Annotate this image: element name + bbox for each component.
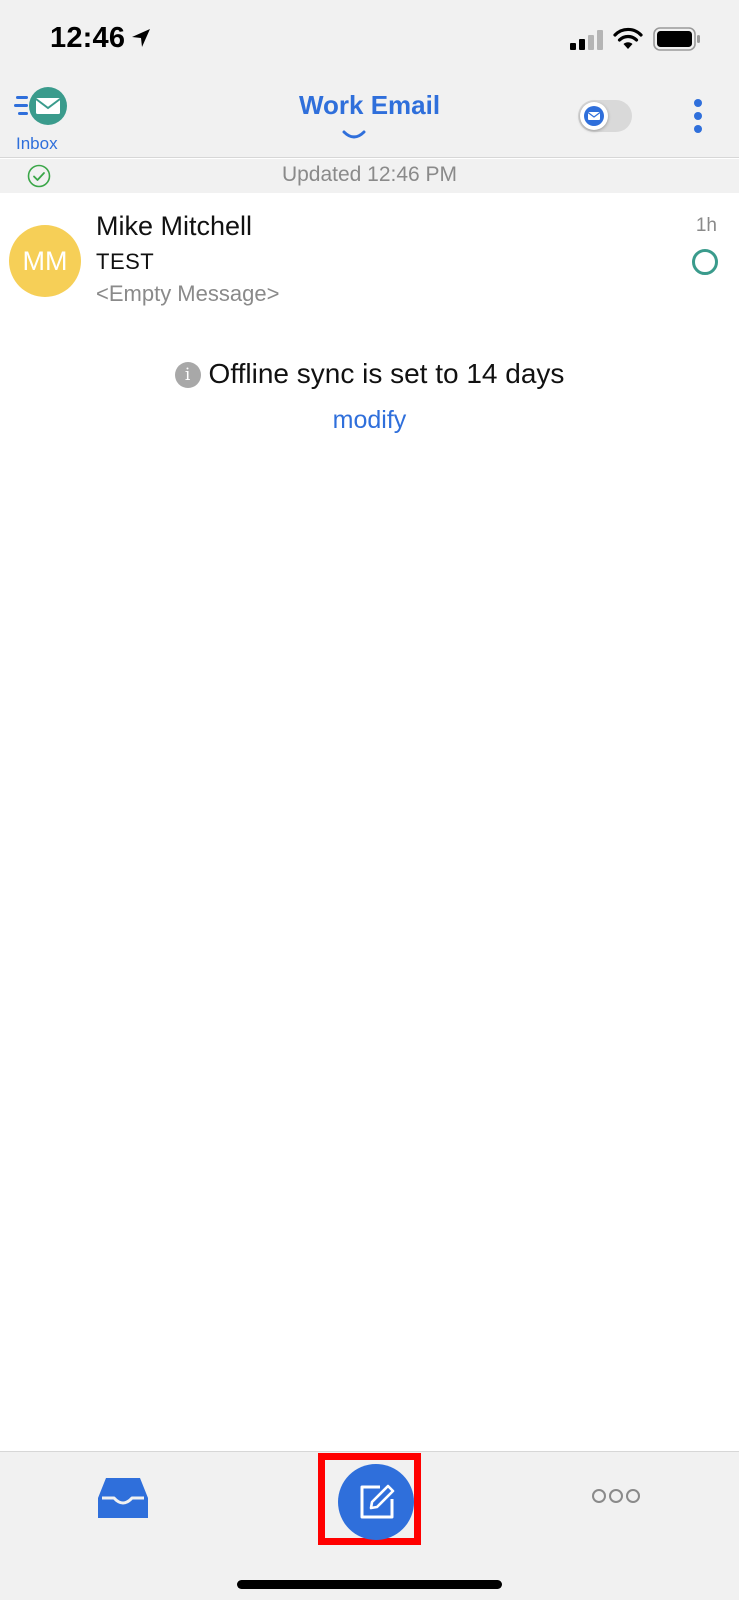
info-icon: i bbox=[174, 362, 201, 388]
message-preview: <Empty Message> bbox=[96, 281, 280, 306]
inbox-tray-icon[interactable] bbox=[98, 1476, 148, 1520]
envelope-icon bbox=[584, 106, 604, 126]
message-subject: TEST bbox=[96, 249, 155, 274]
more-icon[interactable] bbox=[592, 1487, 640, 1505]
modify-sync-link[interactable]: modify bbox=[0, 406, 739, 435]
compose-button[interactable] bbox=[338, 1464, 414, 1540]
offline-sync-notice: i Offline sync is set to 14 days bbox=[0, 358, 739, 390]
bottom-tab-bar bbox=[0, 1451, 739, 1600]
sender-avatar: MM bbox=[9, 225, 81, 297]
toggle-knob bbox=[580, 102, 608, 130]
message-sender: Mike Mitchell bbox=[96, 211, 253, 241]
app-header: Inbox Work Email bbox=[0, 80, 739, 158]
message-list-item[interactable]: MM Mike Mitchell TEST <Empty Message> 1h bbox=[0, 193, 739, 318]
offline-sync-text: Offline sync is set to 14 days bbox=[208, 358, 565, 389]
more-options-icon[interactable] bbox=[690, 98, 706, 134]
status-time: 12:46 bbox=[50, 22, 126, 54]
sync-status-bar: Updated 12:46 PM bbox=[0, 159, 739, 193]
inbox-label: Inbox bbox=[16, 134, 58, 153]
unified-inbox-toggle[interactable] bbox=[578, 100, 632, 132]
compose-highlight bbox=[318, 1453, 421, 1545]
wifi-icon bbox=[613, 27, 643, 49]
status-bar: 12:46 bbox=[0, 0, 739, 80]
home-indicator[interactable] bbox=[237, 1580, 502, 1589]
updated-timestamp: Updated 12:46 PM bbox=[281, 163, 458, 186]
unread-indicator-icon[interactable] bbox=[692, 249, 718, 275]
message-age: 1h bbox=[695, 215, 717, 236]
cellular-signal-icon bbox=[570, 30, 603, 50]
chevron-down-icon[interactable] bbox=[342, 128, 366, 142]
battery-icon bbox=[653, 27, 700, 51]
compose-icon bbox=[360, 1484, 395, 1519]
location-arrow-icon bbox=[132, 29, 150, 47]
